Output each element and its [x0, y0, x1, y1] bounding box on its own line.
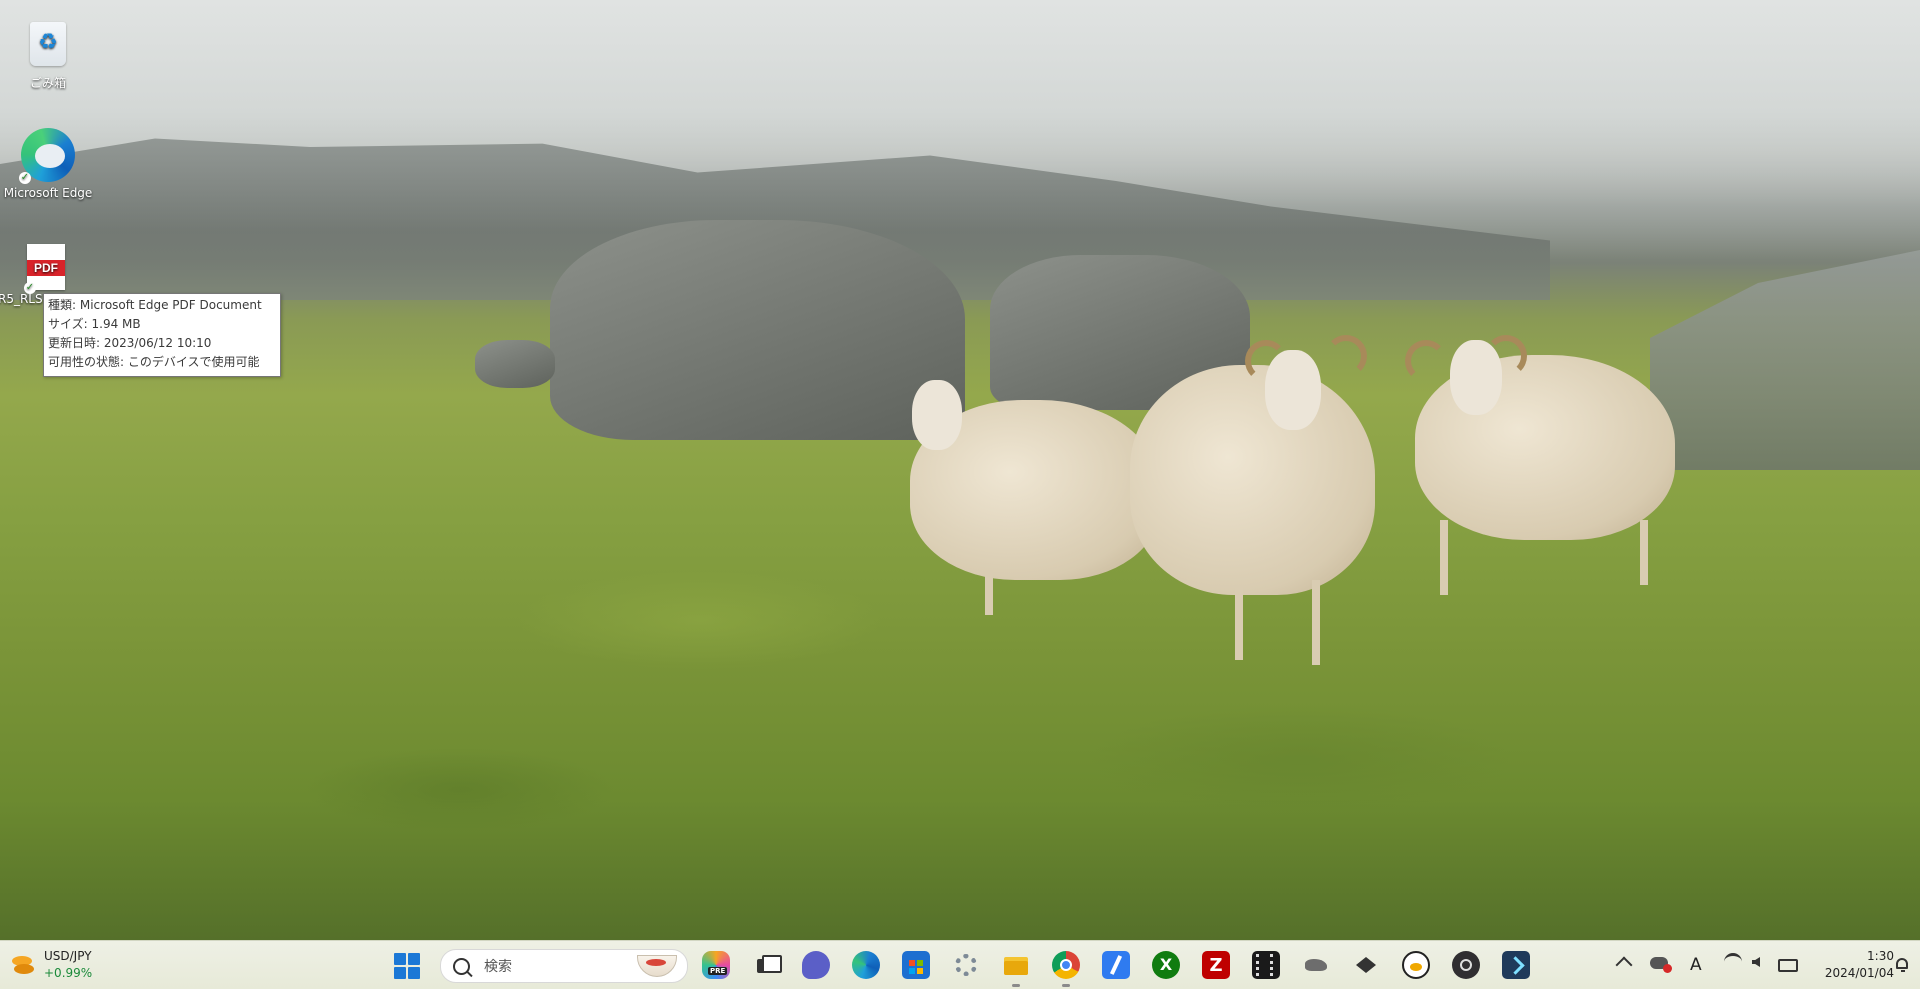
tooltip-type: 種類: Microsoft Edge PDF Document: [48, 298, 262, 312]
show-hidden-icons-chevron-up-icon[interactable]: [1615, 956, 1633, 974]
wallpaper-sheep-horn: [1405, 340, 1447, 382]
wallpaper-sheep: [1130, 365, 1375, 595]
tooltip-availability: 可用性の状態: このデバイスで使用可能: [48, 355, 260, 369]
clock-time: 1:30: [1867, 949, 1894, 963]
currency-widget-text: USD/JPY +0.99%: [44, 948, 92, 982]
settings-icon[interactable]: [952, 951, 980, 979]
game-icon[interactable]: [1302, 951, 1330, 979]
video-editor-icon[interactable]: [1252, 951, 1280, 979]
onedrive-error-icon[interactable]: [1650, 957, 1672, 973]
notification-bell-icon[interactable]: [1896, 958, 1910, 972]
wallpaper-sheep-legs: [1235, 585, 1243, 660]
obs-icon[interactable]: [1452, 951, 1480, 979]
wallpaper-cliffs-right: [1650, 250, 1920, 470]
search-box[interactable]: 検索: [440, 949, 688, 983]
filezilla-icon[interactable]: Z: [1202, 951, 1230, 979]
wifi-icon[interactable]: [1724, 953, 1742, 971]
wallpaper-sheep-head: [912, 380, 962, 450]
windows-logo-icon: [394, 953, 406, 965]
wallpaper-sheep-legs: [1640, 520, 1648, 585]
tooltip-modified: 更新日時: 2023/06/12 10:10: [48, 336, 212, 350]
currency-coins-icon: [10, 954, 36, 976]
pdf-file-icon: PDF ✓: [22, 244, 70, 294]
file-explorer-icon[interactable]: [1002, 951, 1030, 987]
volume-icon[interactable]: [1752, 957, 1760, 967]
wallpaper-sheep-legs: [985, 570, 993, 615]
task-view-icon[interactable]: [752, 951, 782, 979]
wallpaper-rock: [550, 220, 965, 440]
desktop-icon-label: Microsoft Edge: [3, 186, 93, 200]
clock[interactable]: 1:30 2024/01/04: [1812, 948, 1894, 982]
file-tooltip: 種類: Microsoft Edge PDF Document サイズ: 1.9…: [43, 293, 281, 377]
battery-icon[interactable]: [1778, 959, 1798, 972]
desktop-icon-recycle-bin[interactable]: ごみ箱: [0, 18, 96, 91]
sync-check-icon: ✓: [24, 282, 36, 294]
terminal-icon[interactable]: [1502, 951, 1530, 979]
recycle-bin-icon: [24, 22, 72, 70]
search-icon: [453, 957, 470, 975]
currency-change: +0.99%: [44, 966, 93, 980]
copilot-icon[interactable]: PRE: [702, 951, 730, 979]
desktop-wallpaper: [0, 0, 1920, 940]
currency-widget[interactable]: USD/JPY +0.99%: [10, 947, 92, 983]
tooltip-size: サイズ: 1.94 MB: [48, 317, 141, 331]
chrome-icon[interactable]: [1052, 951, 1080, 987]
app-icon[interactable]: [1352, 951, 1380, 979]
wallpaper-rock: [475, 340, 555, 388]
edge-icon[interactable]: [852, 951, 880, 979]
ime-indicator[interactable]: A: [1690, 941, 1702, 989]
notes-icon[interactable]: [1102, 951, 1130, 979]
clock-date: 2024/01/04: [1824, 966, 1894, 980]
xbox-icon[interactable]: X: [1152, 951, 1180, 979]
wallpaper-sheep-horn: [1325, 335, 1367, 377]
teams-chat-icon[interactable]: [802, 951, 830, 979]
sync-check-icon: ✓: [19, 172, 31, 184]
taskbar: USD/JPY +0.99% 検索 PRE X Z A 1:30 2024/01…: [0, 940, 1920, 989]
search-highlight-icon: [637, 955, 677, 977]
start-button[interactable]: [394, 953, 420, 979]
edge-icon: ✓: [19, 128, 75, 184]
wallpaper-sheep-horn: [1245, 340, 1287, 382]
currency-pair: USD/JPY: [44, 949, 92, 963]
wallpaper-sheep-legs: [1312, 580, 1320, 665]
linux-icon[interactable]: [1402, 951, 1430, 979]
desktop-icon-label: ごみ箱: [29, 76, 66, 90]
store-icon[interactable]: [902, 951, 930, 979]
desktop-icon-microsoft-edge[interactable]: ✓ Microsoft Edge: [0, 128, 96, 200]
wallpaper-sheep-horn: [1485, 335, 1527, 377]
wallpaper-sheep-legs: [1440, 520, 1448, 595]
search-placeholder: 検索: [484, 959, 512, 975]
